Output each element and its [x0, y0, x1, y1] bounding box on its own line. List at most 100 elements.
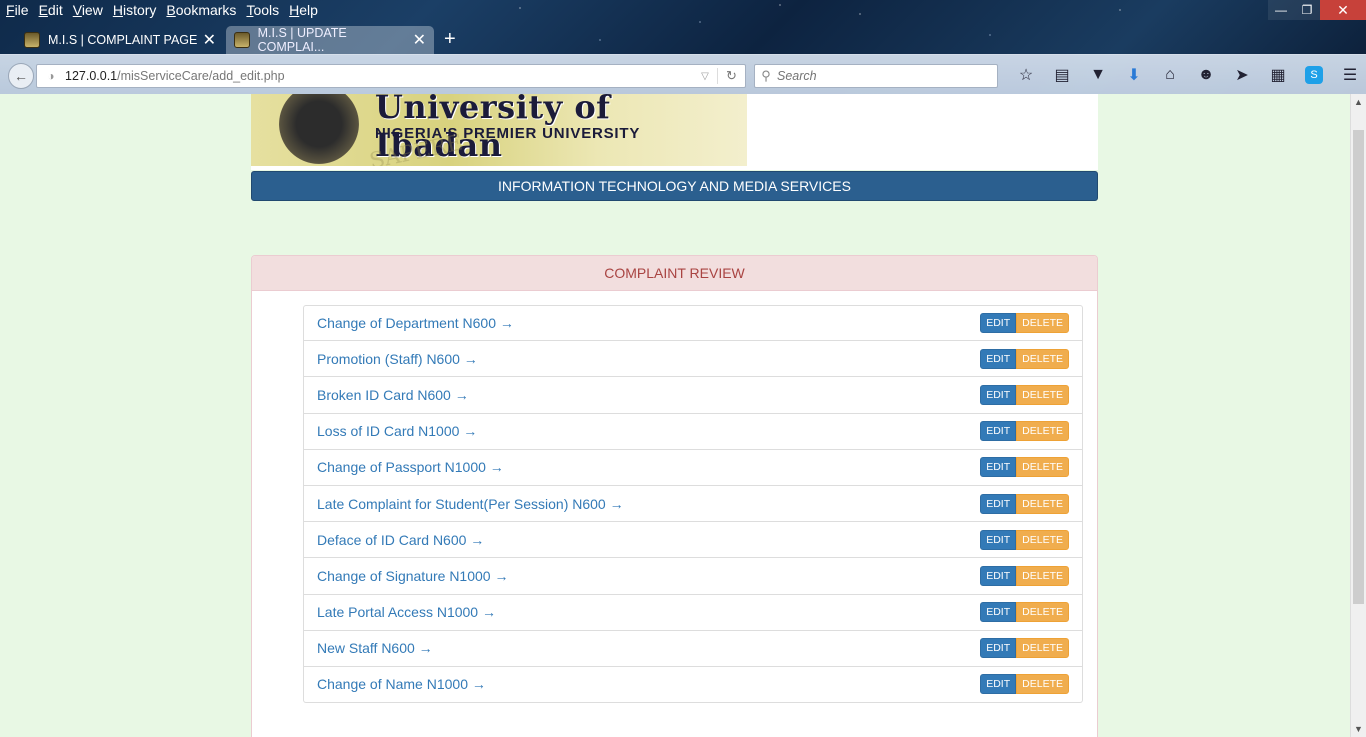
tab-close-icon[interactable]: ✕: [203, 30, 216, 50]
scroll-up-icon[interactable]: ▲: [1351, 94, 1366, 110]
row-actions: EDIT DELETE: [980, 348, 1069, 369]
university-banner: University of Ibadan NIGERIA'S PREMIER U…: [251, 94, 1098, 170]
complaint-link[interactable]: Broken ID Card N600 →: [317, 387, 469, 403]
list-item: Deface of ID Card N600 → EDIT DELETE: [303, 522, 1083, 559]
vertical-scrollbar[interactable]: ▲ ▼: [1350, 94, 1366, 737]
back-arrow-icon[interactable]: ←: [8, 63, 34, 89]
complaint-list: Change of Department N600 → EDIT DELETE Pro…: [303, 305, 1083, 704]
minimize-button[interactable]: —: [1268, 0, 1294, 20]
menu-bookmarks[interactable]: Bookmarks: [162, 2, 240, 18]
home-icon[interactable]: ⌂: [1152, 63, 1188, 87]
tab-update-complaint[interactable]: M.I.S | UPDATE COMPLAI... ✕: [226, 26, 434, 54]
complaint-review-panel: COMPLAINT REVIEW Change of Department N6…: [251, 255, 1098, 737]
tab-title: M.I.S | COMPLAINT PAGE: [48, 33, 198, 47]
delete-button[interactable]: DELETE: [1016, 457, 1069, 478]
grid-icon[interactable]: ▦: [1260, 63, 1296, 87]
complaint-link[interactable]: Change of Name N1000 →: [317, 676, 486, 692]
menu-history[interactable]: History: [109, 2, 161, 18]
edit-button[interactable]: EDIT: [980, 638, 1017, 659]
edit-button[interactable]: EDIT: [980, 493, 1017, 514]
tab-complaint-page[interactable]: M.I.S | COMPLAINT PAGE ✕: [16, 26, 224, 54]
edit-button[interactable]: EDIT: [980, 313, 1017, 334]
row-actions: EDIT DELETE: [980, 638, 1069, 659]
dropdown-icon[interactable]: ▽: [693, 71, 717, 82]
delete-button[interactable]: DELETE: [1016, 384, 1069, 405]
search-bar[interactable]: ⚲: [754, 64, 998, 88]
new-tab-icon[interactable]: +: [444, 28, 456, 51]
complaint-link[interactable]: Late Portal Access N1000 →: [317, 604, 496, 620]
list-item: Change of Department N600 → EDIT DELETE: [303, 305, 1083, 342]
download-icon[interactable]: ⬇: [1116, 63, 1152, 87]
browser-chrome: File Edit View History Bookmarks Tools H…: [0, 0, 1366, 94]
menu-help[interactable]: Help: [285, 2, 322, 18]
search-icon: ⚲: [761, 68, 771, 83]
window-close-button[interactable]: ✕: [1320, 0, 1366, 20]
edit-button[interactable]: EDIT: [980, 602, 1017, 623]
edit-button[interactable]: EDIT: [980, 348, 1017, 369]
row-actions: EDIT DELETE: [980, 493, 1069, 514]
list-item: Change of Name N1000 → EDIT DELETE: [303, 666, 1083, 704]
list-item: New Staff N600 → EDIT DELETE: [303, 630, 1083, 667]
favicon-icon: [24, 32, 40, 48]
url-text: 127.0.0.1/misServiceCare/add_edit.php: [65, 69, 285, 83]
delete-button[interactable]: DELETE: [1016, 602, 1069, 623]
tab-strip: M.I.S | COMPLAINT PAGE ✕ M.I.S | UPDATE …: [0, 24, 1366, 54]
row-actions: EDIT DELETE: [980, 421, 1069, 442]
delete-button[interactable]: DELETE: [1016, 529, 1069, 550]
restore-button[interactable]: ❐: [1294, 0, 1320, 20]
edit-button[interactable]: EDIT: [980, 565, 1017, 586]
tab-close-icon[interactable]: ✕: [413, 30, 426, 50]
url-bar[interactable]: ◑ 127.0.0.1/misServiceCare/add_edit.php …: [36, 64, 746, 88]
menu-edit[interactable]: Edit: [35, 2, 67, 18]
delete-button[interactable]: DELETE: [1016, 421, 1069, 442]
complaint-link[interactable]: Change of Signature N1000 →: [317, 568, 508, 584]
row-actions: EDIT DELETE: [980, 602, 1069, 623]
scroll-down-icon[interactable]: ▼: [1351, 721, 1366, 737]
globe-icon: ◑: [47, 69, 55, 83]
row-actions: EDIT DELETE: [980, 384, 1069, 405]
edit-button[interactable]: EDIT: [980, 421, 1017, 442]
complaint-link[interactable]: Promotion (Staff) N600 →: [317, 351, 478, 367]
list-item: Loss of ID Card N1000 → EDIT DELETE: [303, 413, 1083, 450]
delete-button[interactable]: DELETE: [1016, 493, 1069, 514]
row-actions: EDIT DELETE: [980, 674, 1069, 695]
complaint-link[interactable]: Change of Passport N1000 →: [317, 459, 504, 475]
list-item: Late Portal Access N1000 → EDIT DELETE: [303, 594, 1083, 631]
window-controls: — ❐ ✕: [1268, 0, 1366, 20]
emoji-icon[interactable]: ☻: [1188, 63, 1224, 87]
delete-button[interactable]: DELETE: [1016, 674, 1069, 695]
delete-button[interactable]: DELETE: [1016, 638, 1069, 659]
complaint-link[interactable]: Late Complaint for Student(Per Session) …: [317, 496, 624, 512]
list-item: Promotion (Staff) N600 → EDIT DELETE: [303, 341, 1083, 378]
bookmark-star-icon[interactable]: ☆: [1008, 63, 1044, 87]
complaint-link[interactable]: Deface of ID Card N600 →: [317, 532, 484, 548]
skype-icon[interactable]: S: [1305, 66, 1323, 84]
scroll-thumb[interactable]: [1353, 130, 1364, 604]
list-item: Change of Signature N1000 → EDIT DELETE: [303, 558, 1083, 595]
complaint-link[interactable]: New Staff N600 →: [317, 640, 433, 656]
delete-button[interactable]: DELETE: [1016, 313, 1069, 334]
complaint-link[interactable]: Loss of ID Card N1000 →: [317, 423, 477, 439]
reading-list-icon[interactable]: ▤: [1044, 63, 1080, 87]
edit-button[interactable]: EDIT: [980, 529, 1017, 550]
reload-icon[interactable]: ↻: [717, 68, 745, 84]
complaint-link[interactable]: Change of Department N600 →: [317, 315, 514, 331]
menu-view[interactable]: View: [69, 2, 107, 18]
tab-title: M.I.S | UPDATE COMPLAI...: [257, 26, 347, 54]
favicon-icon: [234, 32, 250, 48]
edit-button[interactable]: EDIT: [980, 457, 1017, 478]
send-icon[interactable]: ➤: [1224, 63, 1260, 87]
menu-tools[interactable]: Tools: [242, 2, 283, 18]
delete-button[interactable]: DELETE: [1016, 348, 1069, 369]
row-actions: EDIT DELETE: [980, 457, 1069, 478]
edit-button[interactable]: EDIT: [980, 674, 1017, 695]
banner-image: University of Ibadan NIGERIA'S PREMIER U…: [251, 94, 747, 166]
edit-button[interactable]: EDIT: [980, 384, 1017, 405]
row-actions: EDIT DELETE: [980, 313, 1069, 334]
pocket-icon[interactable]: ▼: [1080, 63, 1116, 87]
delete-button[interactable]: DELETE: [1016, 565, 1069, 586]
search-input[interactable]: [777, 69, 987, 83]
menu-file[interactable]: File: [2, 2, 33, 18]
university-crest-icon: [279, 94, 359, 164]
hamburger-menu-icon[interactable]: ☰: [1332, 63, 1366, 87]
